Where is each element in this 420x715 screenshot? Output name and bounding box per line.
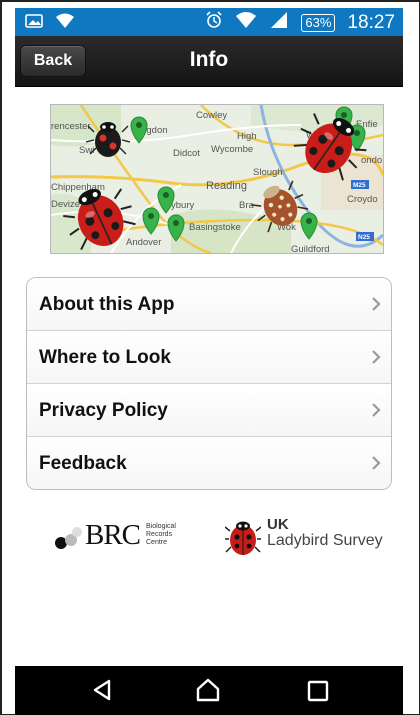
menu-item-label: Privacy Policy xyxy=(39,400,168,421)
brc-dots-icon xyxy=(55,527,82,549)
menu-item-about[interactable]: About this App xyxy=(27,278,391,331)
recents-icon[interactable] xyxy=(307,680,329,707)
home-icon[interactable] xyxy=(195,678,221,709)
menu-item-where-to-look[interactable]: Where to Look xyxy=(27,331,391,384)
map-label: Wycombe xyxy=(211,144,253,155)
map-road-label: M25 xyxy=(353,182,366,189)
chevron-right-icon xyxy=(371,402,381,423)
map-label: Croydo xyxy=(347,194,378,205)
page-title: Info xyxy=(189,48,229,71)
map-label: Swi xyxy=(79,145,94,156)
clock-time: 18:27 xyxy=(347,11,395,33)
signal-icon xyxy=(269,11,289,34)
app-header: Back Info xyxy=(15,36,403,87)
ukls-logo-uk: UK xyxy=(267,516,289,533)
wifi-icon xyxy=(235,11,257,34)
map-label: Devize xyxy=(51,199,80,210)
ladybird-map-banner: rencester Swi ingdon Didcot Cowley High … xyxy=(50,104,384,254)
menu-item-label: Feedback xyxy=(39,453,127,474)
brc-logo[interactable]: BRC Biological Records Centre xyxy=(55,517,176,557)
status-bar: 63% 18:27 xyxy=(15,8,403,36)
map-label: ybury xyxy=(171,200,194,211)
back-icon[interactable] xyxy=(91,678,113,707)
chevron-right-icon xyxy=(371,349,381,370)
partner-logos: BRC Biological Records Centre UK Ladybir… xyxy=(15,513,403,563)
map-label: Didcot xyxy=(173,148,200,159)
map-label: Basingstoke xyxy=(189,222,241,233)
android-nav-bar xyxy=(15,666,403,715)
info-menu-list: About this App Where to Look Privacy Pol… xyxy=(26,277,392,490)
menu-item-label: About this App xyxy=(39,294,175,315)
menu-item-feedback[interactable]: Feedback xyxy=(27,437,391,489)
chevron-right-icon xyxy=(371,296,381,317)
image-icon xyxy=(25,14,43,33)
map-label: ondo xyxy=(361,155,382,166)
battery-indicator: 63% xyxy=(301,13,336,32)
map-label: High xyxy=(237,131,257,142)
map-label: Reading xyxy=(206,180,247,192)
brc-logo-text: BRC xyxy=(85,519,141,551)
uk-ladybird-survey-logo[interactable]: UK Ladybird Survey xyxy=(225,513,385,561)
chevron-right-icon xyxy=(371,455,381,476)
map-road-label: N25 xyxy=(358,234,370,241)
menu-item-privacy-policy[interactable]: Privacy Policy xyxy=(27,384,391,437)
ladybird-icon xyxy=(225,521,261,555)
app-screen: 63% 18:27 Back Info rencester Swi ingdon… xyxy=(15,8,403,715)
map-label: Cowley xyxy=(196,110,227,121)
wifi-icon xyxy=(55,13,75,34)
brc-logo-subtitle: Biological Records Centre xyxy=(146,523,176,546)
menu-item-label: Where to Look xyxy=(39,347,171,368)
map-label: Slough xyxy=(253,167,283,178)
alarm-icon xyxy=(205,11,223,34)
map-label: Guildford xyxy=(291,244,330,253)
ukls-logo-name: Ladybird Survey xyxy=(267,532,383,549)
map-label: Andover xyxy=(126,237,161,248)
map-label: rencester xyxy=(51,121,91,132)
